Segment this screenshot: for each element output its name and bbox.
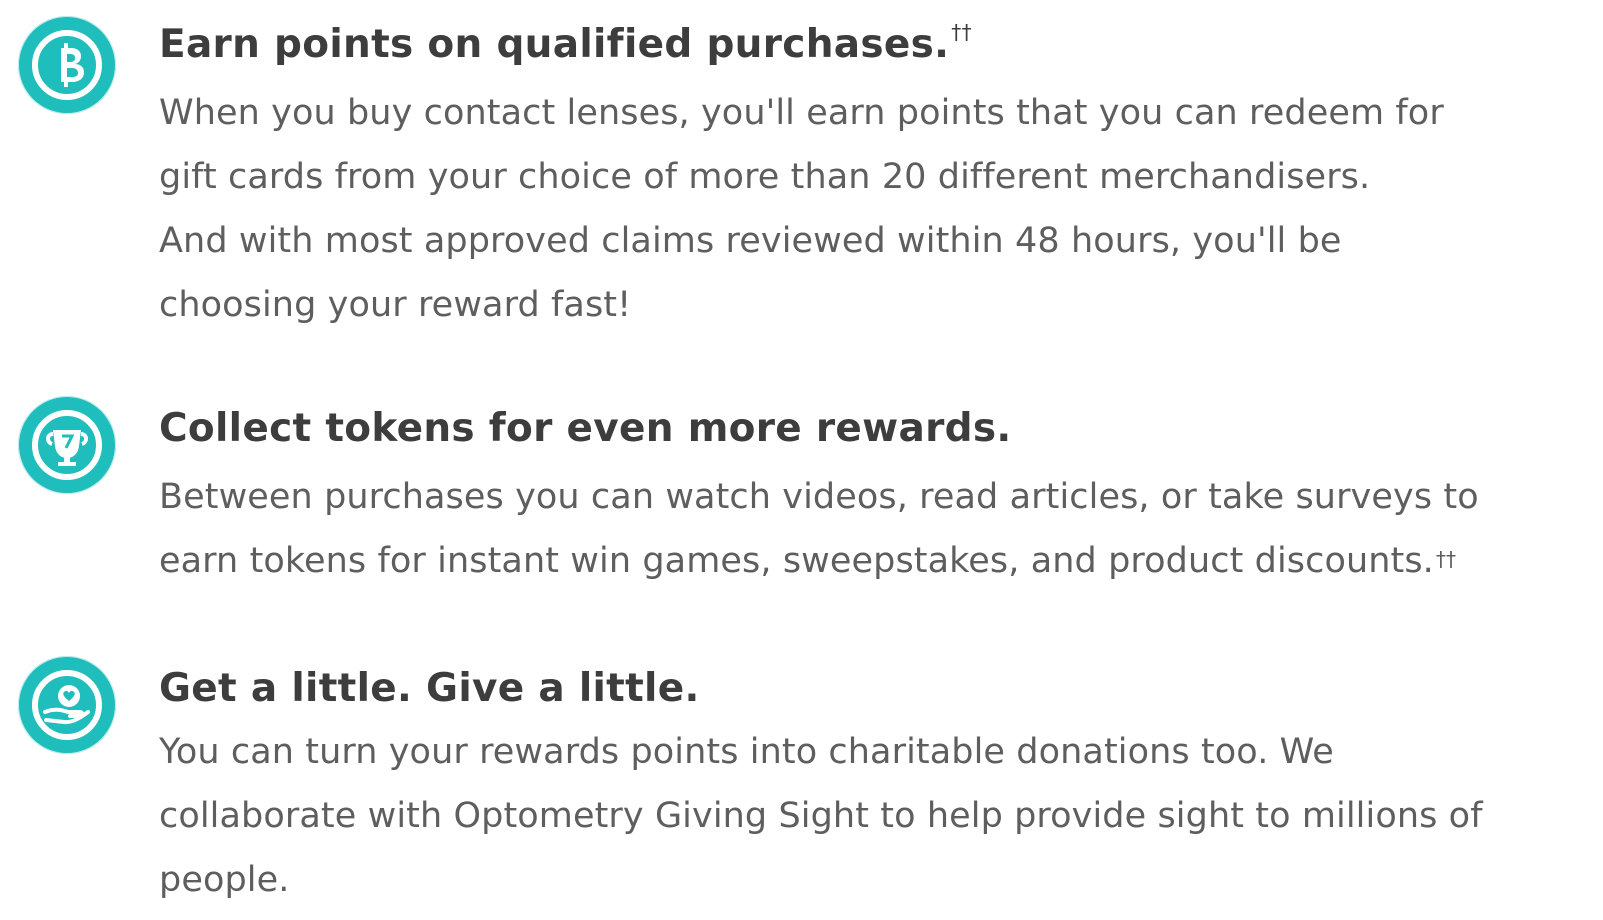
description-line: Between purchases you can watch videos, … <box>159 477 1479 517</box>
coin-b-icon <box>18 16 116 114</box>
feature-description: Between purchases you can watch videos, … <box>159 465 1589 593</box>
footnote-mark: †† <box>1435 547 1457 571</box>
description-line: You can turn your rewards points into ch… <box>159 732 1334 772</box>
description-line: earn tokens for instant win games, sweep… <box>159 541 1457 581</box>
description-line: choosing your reward fast! <box>159 285 632 325</box>
description-line: people. <box>159 860 290 900</box>
description-line: collaborate with Optometry Giving Sight … <box>159 796 1483 836</box>
heart-in-hand-icon <box>18 656 116 754</box>
feature-title: Collect tokens for even more rewards. <box>159 406 1012 451</box>
description-line: gift cards from your choice of more than… <box>159 157 1371 197</box>
feature-description: You can turn your rewards points into ch… <box>159 720 1589 912</box>
feature-title: Earn points on qualified purchases. †† <box>159 20 972 67</box>
trophy-cup-icon <box>18 396 116 494</box>
feature-title: Get a little. Give a little. <box>159 666 700 711</box>
feature-description: When you buy contact lenses, you'll earn… <box>159 81 1589 337</box>
description-line: And with most approved claims reviewed w… <box>159 221 1342 261</box>
description-line: When you buy contact lenses, you'll earn… <box>159 93 1444 133</box>
footnote-mark: †† <box>951 20 972 44</box>
